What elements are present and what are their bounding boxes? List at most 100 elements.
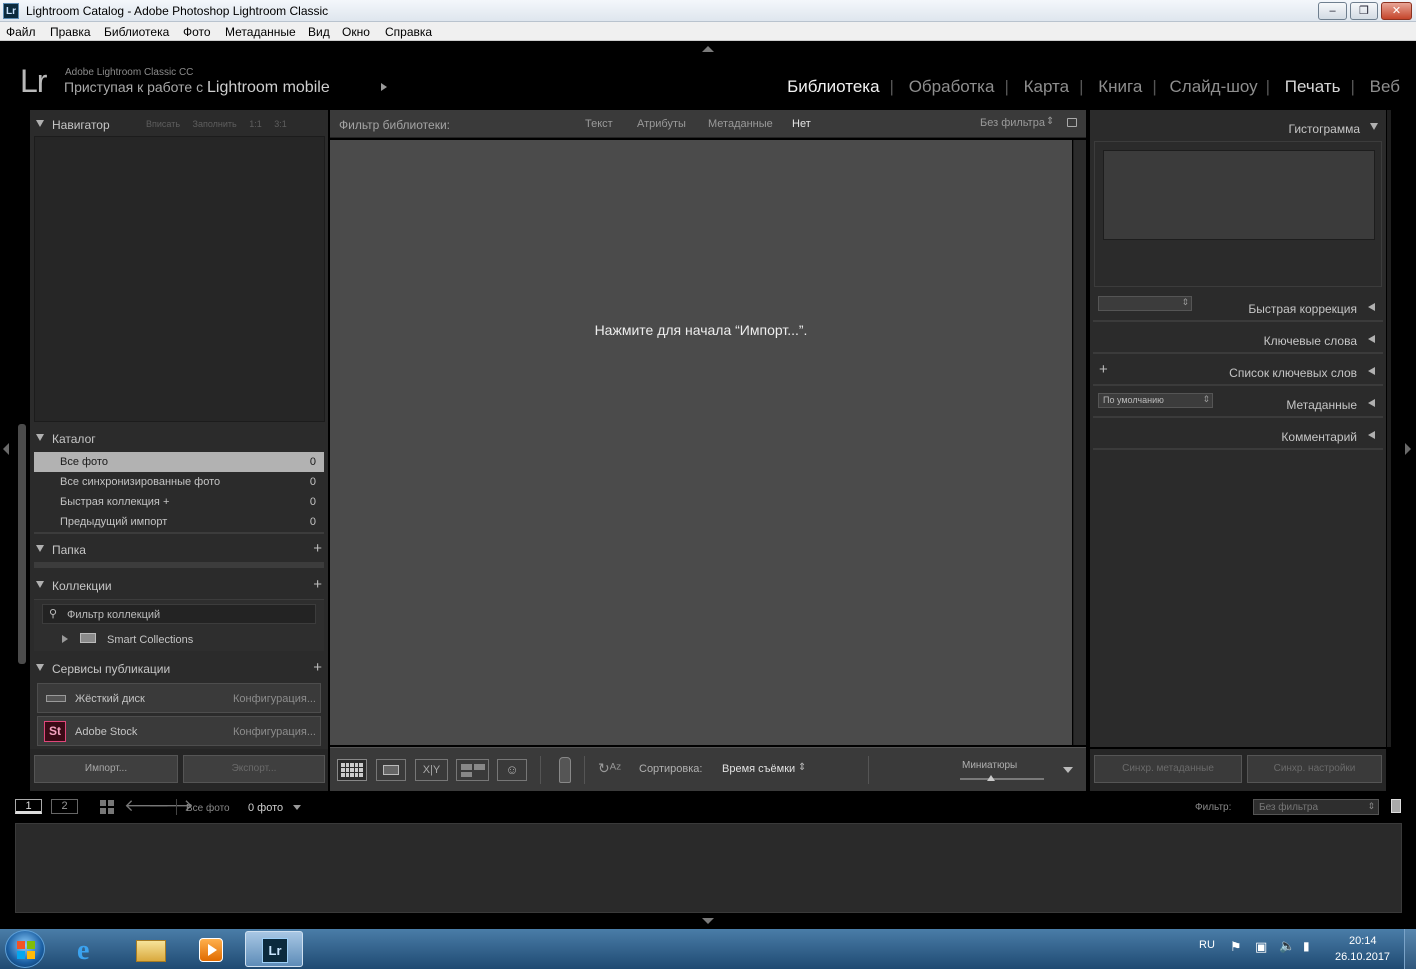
menu-photo[interactable]: Фото <box>183 25 211 39</box>
clock-time[interactable]: 20:14 <box>1349 935 1377 947</box>
sort-select[interactable]: Время съёмки <box>722 763 795 775</box>
catalog-item-all-photos[interactable]: Все фото 0 <box>34 452 324 472</box>
menu-library[interactable]: Библиотека <box>104 25 169 39</box>
taskbar-lightroom[interactable]: Lr <box>245 931 303 967</box>
module-library[interactable]: Библиотека <box>777 77 889 96</box>
metadata-preset-select[interactable]: По умолчанию ⇕ <box>1098 393 1213 408</box>
lock-icon[interactable] <box>1067 118 1077 127</box>
configure-link[interactable]: Конфигурация... <box>233 693 316 705</box>
configure-link[interactable]: Конфигурация... <box>233 726 316 738</box>
module-book[interactable]: Книга <box>1088 77 1152 96</box>
show-desktop-button[interactable] <box>1404 929 1416 969</box>
module-web[interactable]: Веб <box>1360 77 1400 96</box>
left-panel-scrollbar[interactable] <box>18 424 26 664</box>
module-print[interactable]: Печать <box>1275 77 1351 96</box>
filmstrip-filter-select[interactable]: Без фильтра ⇕ <box>1253 799 1379 815</box>
folders-header[interactable]: Папка + <box>30 537 328 561</box>
keywording-header[interactable]: Ключевые слова <box>1093 324 1383 354</box>
module-slideshow[interactable]: Слайд-шоу <box>1162 77 1266 96</box>
navigator-preview[interactable] <box>34 136 325 422</box>
menu-metadata[interactable]: Метаданные <box>225 25 296 39</box>
filter-text-tab[interactable]: Текст <box>585 118 613 130</box>
publish-service-hard-drive[interactable]: Жёсткий диск Конфигурация... <box>37 683 321 713</box>
brand-tagline[interactable]: Приступая к работе с Lightroom mobile <box>64 79 330 97</box>
secondary-window-button[interactable]: 2 <box>51 799 78 814</box>
filter-preset-select[interactable]: Без фильтра <box>980 117 1045 129</box>
quick-develop-header[interactable]: ⇕ Быстрая коррекция <box>1093 292 1383 322</box>
network-icon[interactable]: ▣ <box>1255 939 1267 955</box>
survey-view-icon[interactable] <box>456 759 489 781</box>
sync-metadata-button[interactable]: Синхр. метаданные <box>1094 755 1242 783</box>
menu-file[interactable]: Файл <box>6 25 36 39</box>
export-button[interactable]: Экспорт... <box>183 755 325 783</box>
keyword-list-header[interactable]: + Список ключевых слов <box>1093 356 1383 386</box>
taskbar-media-player[interactable] <box>183 931 241 967</box>
histogram-display[interactable] <box>1103 150 1375 240</box>
import-button[interactable]: Импорт... <box>34 755 178 783</box>
close-button[interactable]: ✕ <box>1381 2 1412 20</box>
volume-icon[interactable]: 🔈 <box>1279 938 1295 954</box>
import-prompt-text[interactable]: Нажмите для начала “Импорт...”. <box>330 322 1072 338</box>
menu-window[interactable]: Окно <box>342 25 370 39</box>
grid-view-icon[interactable] <box>337 759 367 781</box>
filmstrip-source[interactable]: Все фото <box>186 803 230 814</box>
catalog-header[interactable]: Каталог <box>30 426 328 450</box>
publish-service-adobe-stock[interactable]: St Adobe Stock Конфигурация... <box>37 716 321 746</box>
bottom-panel-toggle-icon[interactable] <box>702 918 714 924</box>
people-view-icon[interactable]: ☺ <box>497 759 527 781</box>
right-panel-toggle-icon[interactable] <box>1405 443 1411 455</box>
main-window-button[interactable]: 1 <box>15 799 42 814</box>
zoom-fit-option[interactable]: Вписать <box>146 119 180 129</box>
navigator-header[interactable]: Навигатор Вписать Заполнить 1:1 3:1 <box>30 112 328 136</box>
catalog-item-synced[interactable]: Все синхронизированные фото 0 <box>34 472 324 492</box>
filmstrip[interactable] <box>15 823 1402 913</box>
catalog-item-previous-import[interactable]: Предыдущий импорт 0 <box>34 512 324 532</box>
painter-spray-icon[interactable] <box>559 757 571 783</box>
play-arrow-icon[interactable] <box>381 83 387 91</box>
grid-view[interactable]: Нажмите для начала “Импорт...”. <box>330 140 1072 745</box>
zoom-1-1-option[interactable]: 1:1 <box>249 119 262 129</box>
histogram-header[interactable]: Гистограмма <box>1090 112 1386 142</box>
publish-header[interactable]: Сервисы публикации + <box>30 656 328 680</box>
add-keyword-icon[interactable]: + <box>1099 361 1108 378</box>
start-button[interactable] <box>5 930 45 968</box>
add-publish-service-icon[interactable]: + <box>313 659 322 676</box>
metadata-header[interactable]: По умолчанию ⇕ Метаданные <box>1093 388 1383 418</box>
expand-triangle-icon[interactable] <box>62 635 68 643</box>
clock-date[interactable]: 26.10.2017 <box>1335 951 1390 963</box>
compare-view-icon[interactable]: X|Y <box>415 759 448 781</box>
zoom-3-1-option[interactable]: 3:1 <box>274 119 287 129</box>
zoom-fill-option[interactable]: Заполнить <box>193 119 237 129</box>
smart-collections-label[interactable]: Smart Collections <box>107 634 193 646</box>
left-panel-toggle-icon[interactable] <box>3 443 9 455</box>
taskbar-explorer[interactable] <box>122 931 180 967</box>
filter-attributes-tab[interactable]: Атрибуты <box>637 118 686 130</box>
language-indicator[interactable]: RU <box>1199 939 1215 951</box>
filter-toggle-switch[interactable] <box>1391 799 1401 813</box>
module-map[interactable]: Карта <box>1014 77 1080 96</box>
maximize-button[interactable]: ❐ <box>1350 2 1378 20</box>
comments-header[interactable]: Комментарий <box>1093 420 1383 450</box>
grid-shortcut-icon[interactable] <box>100 800 114 814</box>
sync-settings-button[interactable]: Синхр. настройки <box>1247 755 1382 783</box>
filter-none-tab[interactable]: Нет <box>792 118 811 130</box>
collections-header[interactable]: Коллекции + <box>30 573 328 597</box>
toolbar-options-icon[interactable] <box>1063 767 1073 773</box>
source-dropdown-icon[interactable] <box>293 805 301 810</box>
menu-help[interactable]: Справка <box>385 25 432 39</box>
catalog-item-quick-collection[interactable]: Быстрая коллекция + 0 <box>34 492 324 512</box>
top-panel-toggle-icon[interactable] <box>702 46 714 52</box>
loupe-view-icon[interactable] <box>376 759 406 781</box>
taskbar-internet-explorer[interactable]: e <box>62 931 120 967</box>
menu-view[interactable]: Вид <box>308 25 330 39</box>
grid-scrollbar[interactable] <box>1073 140 1086 745</box>
quick-develop-preset-select[interactable]: ⇕ <box>1098 296 1192 311</box>
minimize-button[interactable]: ‒ <box>1318 2 1347 20</box>
thumbnail-size-slider[interactable] <box>960 778 1044 780</box>
collection-filter-input[interactable]: ⚲ Фильтр коллекций <box>42 604 316 624</box>
action-center-icon[interactable]: ⚑ <box>1230 939 1242 955</box>
add-folder-icon[interactable]: + <box>313 540 322 557</box>
menu-edit[interactable]: Правка <box>50 25 91 39</box>
power-icon[interactable]: ▮ <box>1303 939 1310 953</box>
add-collection-icon[interactable]: + <box>313 576 322 593</box>
